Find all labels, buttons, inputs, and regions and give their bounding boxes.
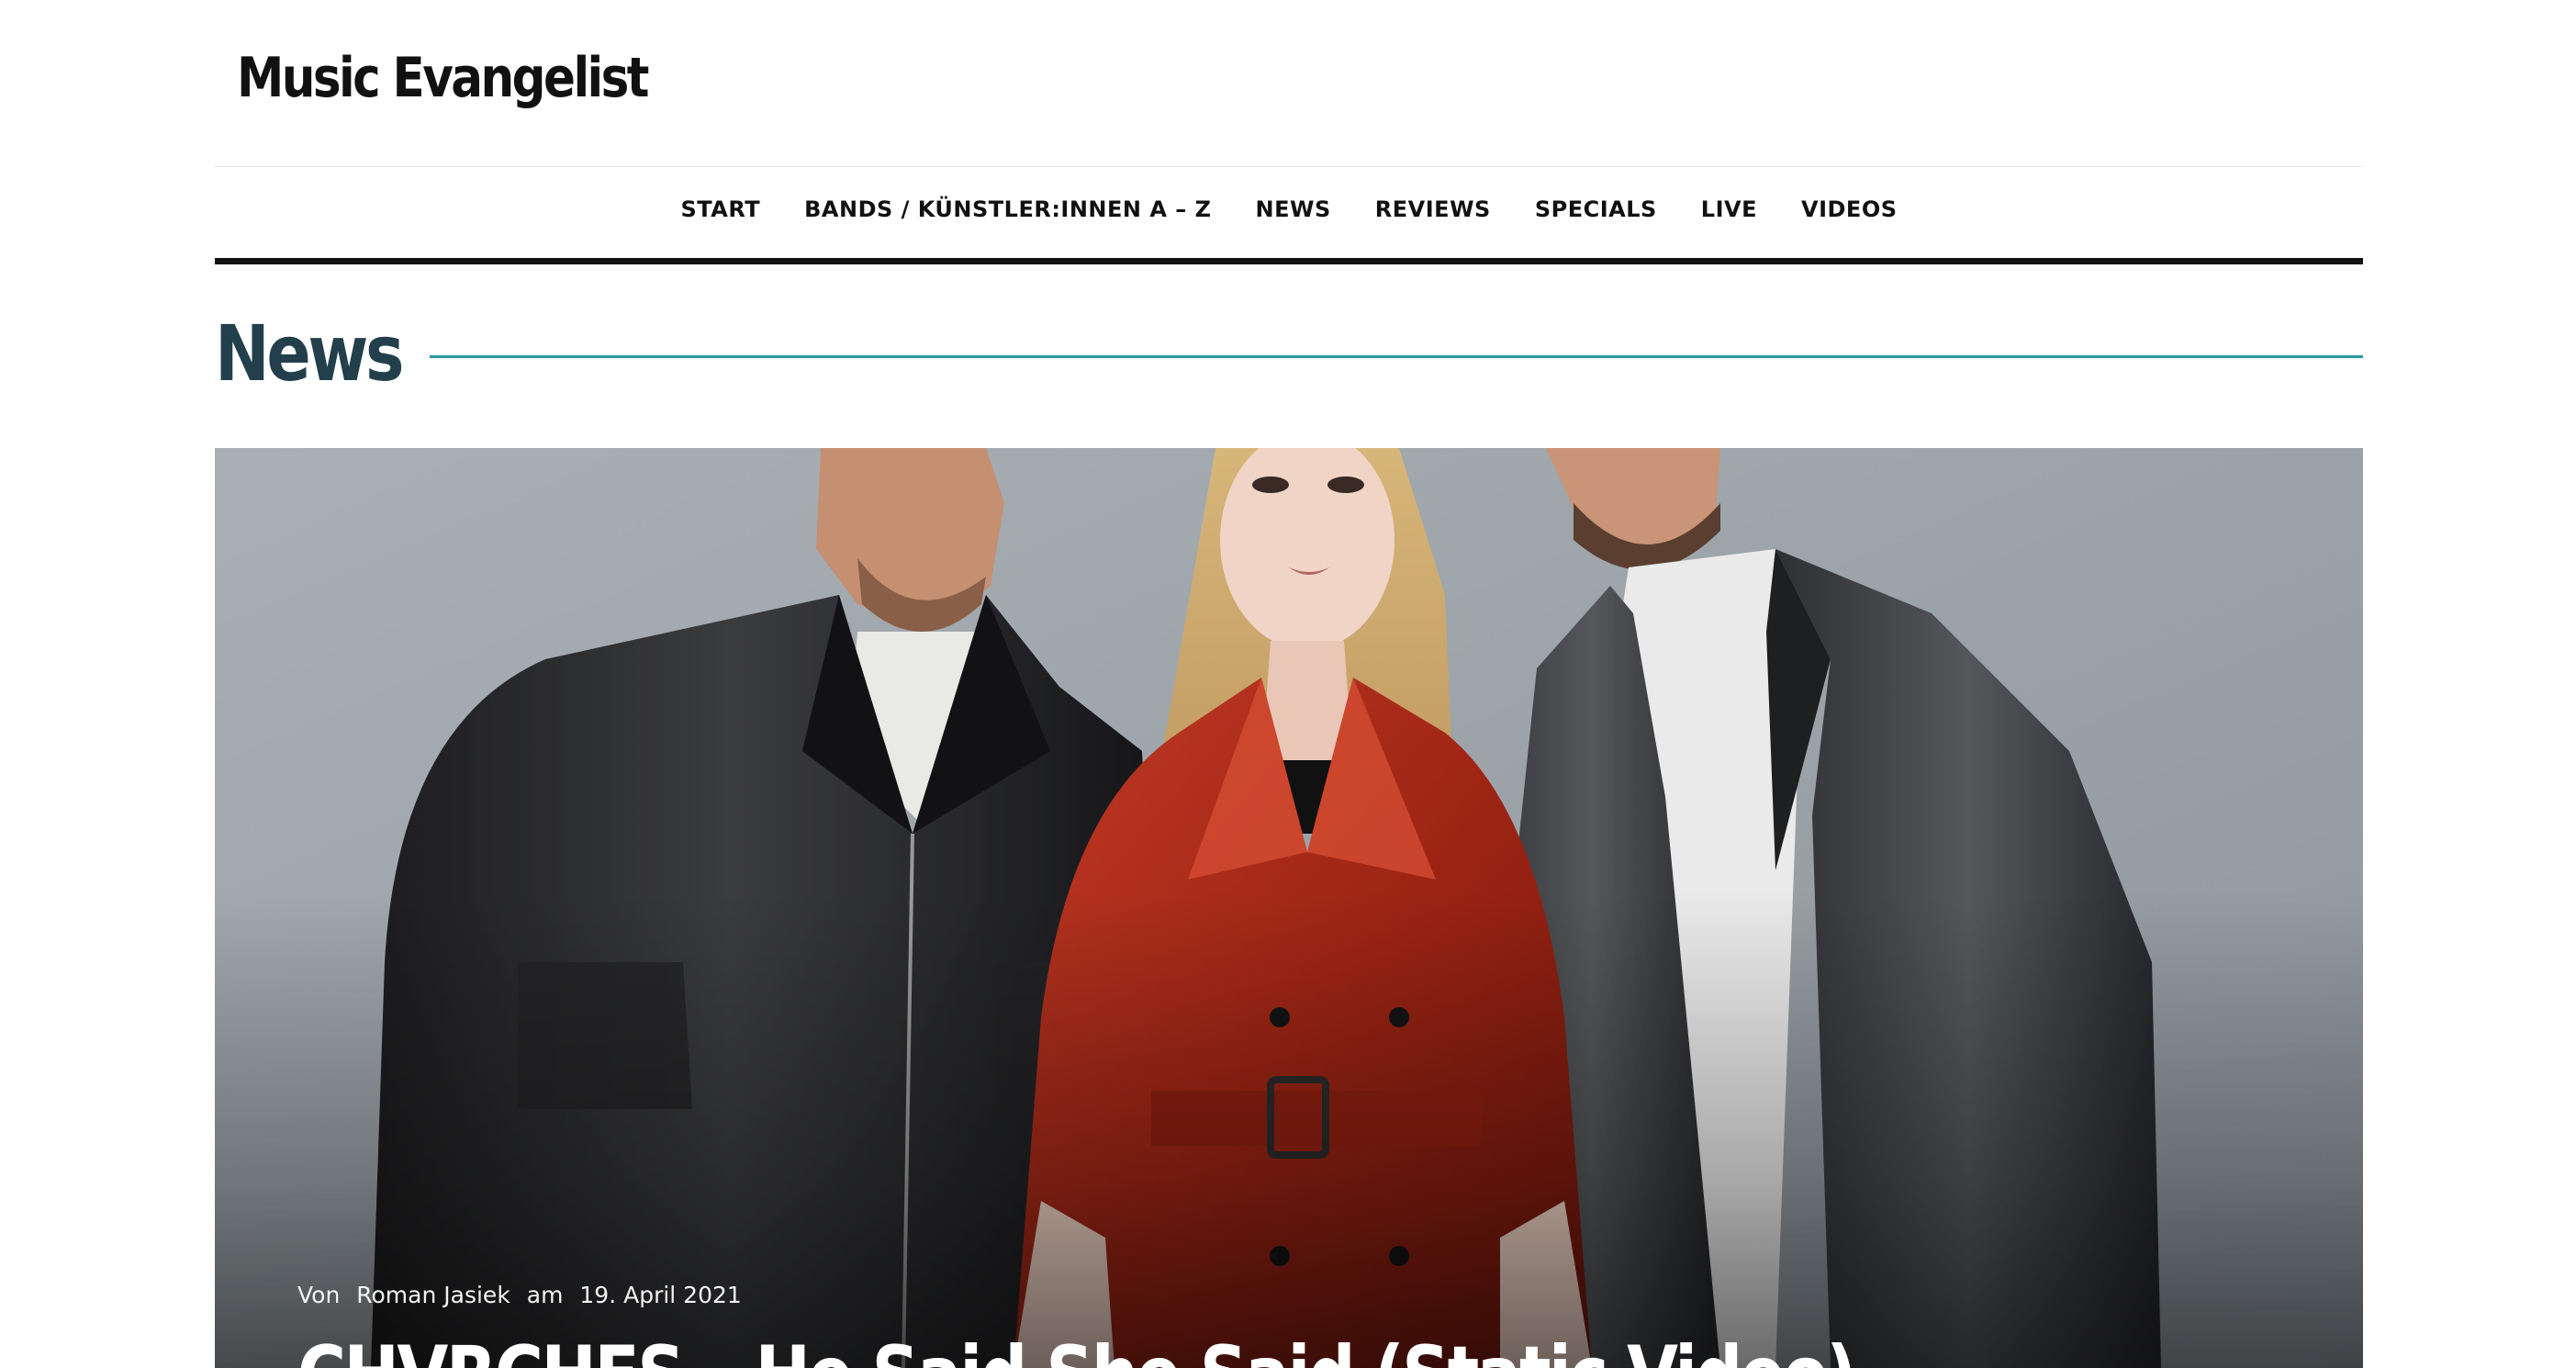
page: Music Evangelist START BANDS / KÜNSTLER:… xyxy=(0,0,2576,1368)
section-title: News xyxy=(215,308,404,398)
author-prefix: Von xyxy=(297,1282,341,1308)
site-header: Music Evangelist xyxy=(215,0,2363,167)
nav-item-news[interactable]: NEWS xyxy=(1256,196,1331,222)
nav-item-specials[interactable]: SPECIALS xyxy=(1535,196,1657,222)
date-prefix: am xyxy=(526,1282,564,1308)
nav-item-videos[interactable]: VIDEOS xyxy=(1801,196,1898,222)
post-meta: Von Roman Jasiek am 19. April 2021 xyxy=(297,1282,742,1308)
featured-post-title[interactable]: CHVRCHES – He Said She Said (Static Vide… xyxy=(297,1329,1856,1368)
site-title-link[interactable]: Music Evangelist xyxy=(237,46,649,110)
nav-item-bands-artists[interactable]: BANDS / KÜNSTLER:INNEN A – Z xyxy=(804,196,1211,222)
section-header: News xyxy=(215,303,2363,413)
nav-item-start[interactable]: START xyxy=(680,196,760,222)
nav-item-reviews[interactable]: REVIEWS xyxy=(1375,196,1491,222)
featured-post[interactable]: Von Roman Jasiek am 19. April 2021 CHVRC… xyxy=(215,448,2363,1368)
section-divider xyxy=(430,355,2363,358)
author-link[interactable]: Roman Jasiek xyxy=(356,1282,510,1308)
post-date: 19. April 2021 xyxy=(579,1282,742,1308)
main-navigation: START BANDS / KÜNSTLER:INNEN A – Z NEWS … xyxy=(215,167,2363,264)
nav-item-live[interactable]: LIVE xyxy=(1701,196,1757,222)
